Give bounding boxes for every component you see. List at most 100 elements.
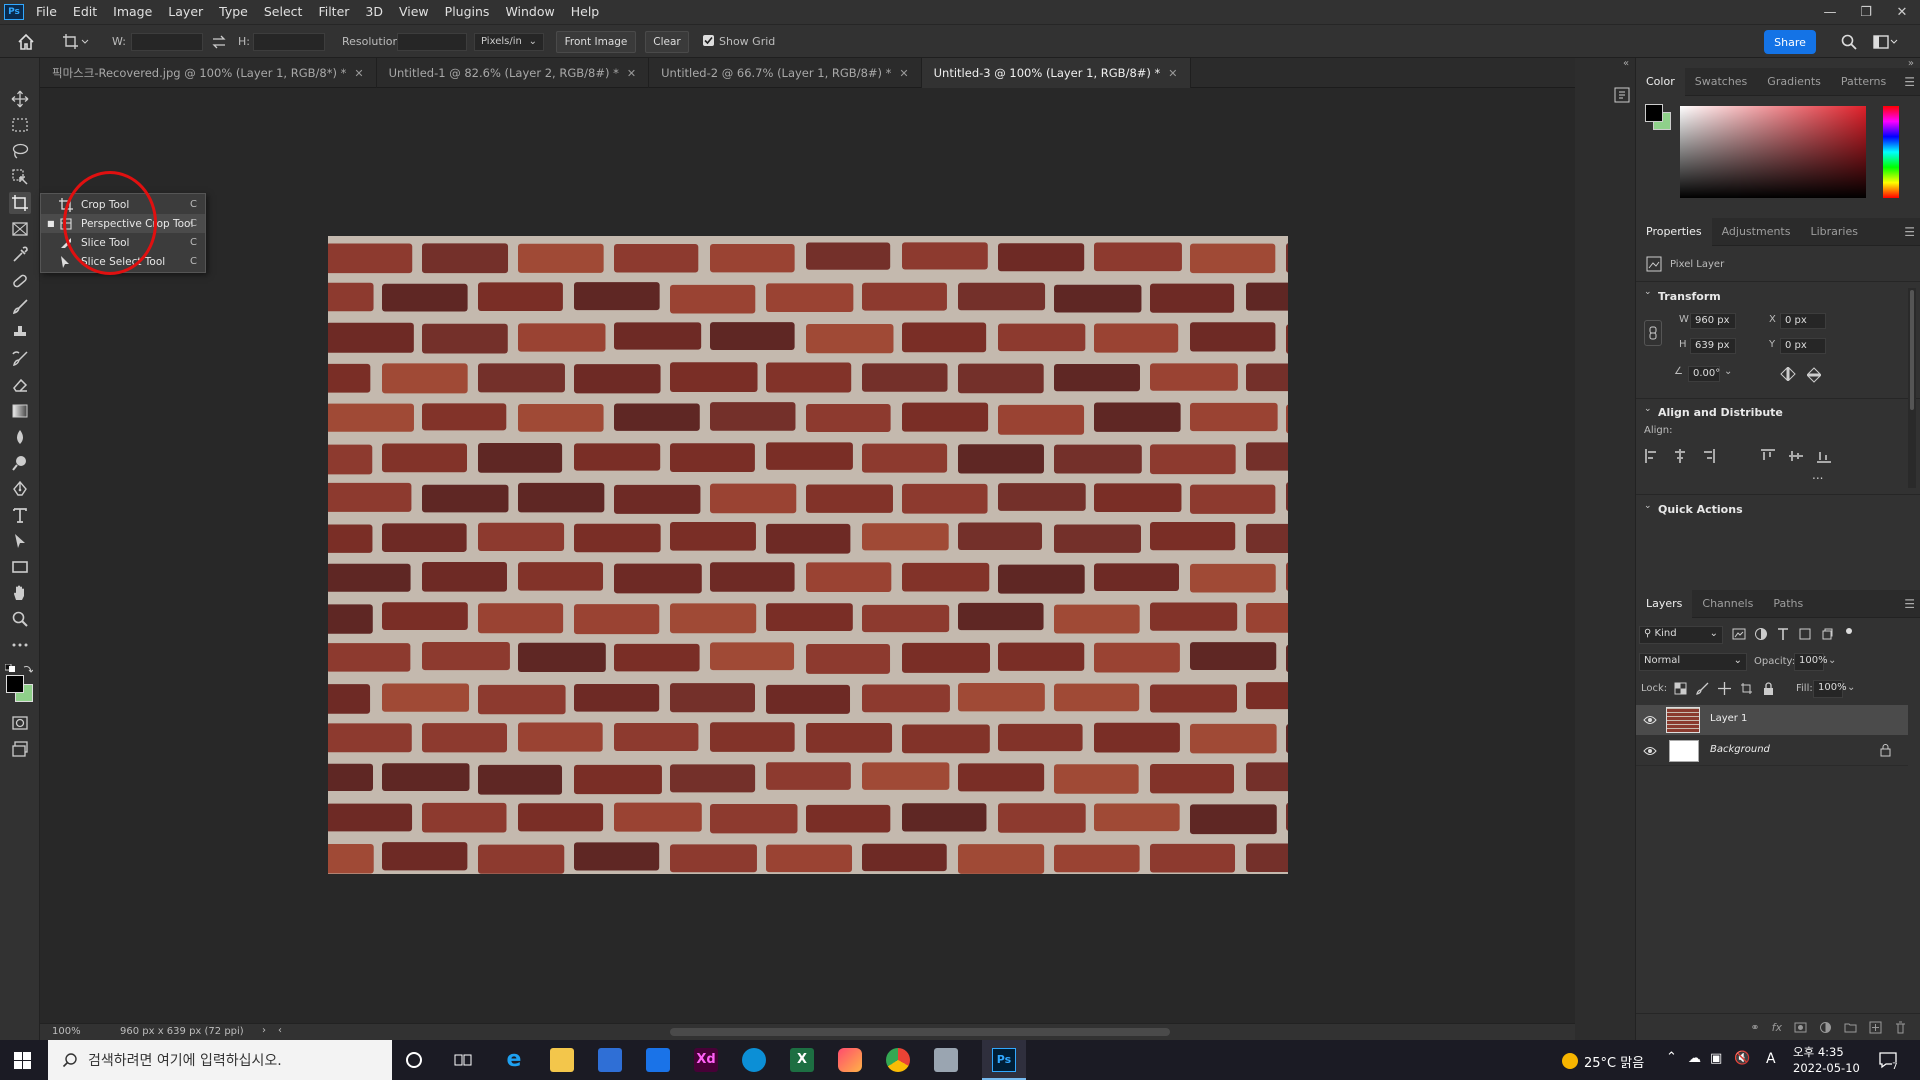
chevron-down-icon[interactable]: ⌄ bbox=[1847, 682, 1855, 693]
angle-field[interactable]: 0.00° bbox=[1688, 366, 1720, 382]
rectangle-tool-icon[interactable] bbox=[9, 556, 31, 578]
more-tools-icon[interactable] bbox=[9, 634, 31, 656]
menu-help[interactable]: Help bbox=[563, 0, 608, 24]
link-layers-icon[interactable]: ⚭ bbox=[1750, 1021, 1759, 1034]
eye-icon[interactable] bbox=[1643, 745, 1657, 757]
height-input[interactable] bbox=[253, 33, 325, 51]
document-info[interactable]: 960 px x 639 px (72 ppi) bbox=[120, 1026, 244, 1037]
menu-file[interactable]: File bbox=[28, 0, 65, 24]
units-select[interactable]: Pixels/in ⌄ bbox=[474, 33, 544, 51]
layer-filter-select[interactable]: ⚲ Kind ⌄ bbox=[1639, 626, 1723, 644]
x-field[interactable]: 0 px bbox=[1780, 313, 1826, 329]
move-tool-icon[interactable] bbox=[9, 88, 31, 110]
internet-explorer-icon[interactable]: e bbox=[502, 1048, 526, 1072]
workspace-icon[interactable] bbox=[1872, 33, 1898, 51]
tab-patterns[interactable]: Patterns bbox=[1831, 68, 1896, 96]
tab-properties[interactable]: Properties bbox=[1636, 217, 1712, 246]
eyedropper-tool-icon[interactable] bbox=[9, 244, 31, 266]
shape-filter-icon[interactable] bbox=[1798, 627, 1812, 641]
pen-tool-icon[interactable] bbox=[9, 478, 31, 500]
history-panel-icon[interactable] bbox=[1611, 84, 1633, 106]
front-image-button[interactable]: Front Image bbox=[556, 31, 636, 53]
layer-name[interactable]: Background bbox=[1710, 744, 1770, 755]
properties-scrollbar[interactable] bbox=[1908, 288, 1916, 488]
onedrive-icon[interactable]: ☁ bbox=[1688, 1051, 1701, 1066]
network-icon[interactable]: ▣ bbox=[1710, 1051, 1722, 1066]
file-explorer-icon[interactable] bbox=[550, 1048, 574, 1072]
share-button[interactable]: Share bbox=[1764, 30, 1816, 54]
minimize-icon[interactable]: — bbox=[1812, 0, 1848, 24]
weather-text[interactable]: 25°C 맑음 bbox=[1584, 1052, 1644, 1071]
tab-libraries[interactable]: Libraries bbox=[1800, 218, 1868, 246]
quick-mask-icon[interactable] bbox=[9, 712, 31, 734]
gradient-tool-icon[interactable] bbox=[9, 400, 31, 422]
link-dimensions-icon[interactable] bbox=[1644, 320, 1662, 346]
tab-paths[interactable]: Paths bbox=[1763, 590, 1813, 618]
color-fg-swatch[interactable] bbox=[1645, 104, 1663, 122]
close-tab-icon[interactable]: ✕ bbox=[354, 67, 363, 80]
add-mask-icon[interactable] bbox=[1794, 1021, 1807, 1034]
lasso-tool-icon[interactable] bbox=[9, 140, 31, 162]
tab-adjustments[interactable]: Adjustments bbox=[1712, 218, 1801, 246]
ime-indicator[interactable]: A bbox=[1766, 1051, 1776, 1067]
close-icon[interactable]: ✕ bbox=[1884, 0, 1920, 24]
delete-layer-icon[interactable] bbox=[1894, 1021, 1907, 1034]
default-colors-icon[interactable] bbox=[5, 664, 15, 672]
healing-brush-icon[interactable] bbox=[9, 270, 31, 292]
eye-icon[interactable] bbox=[1643, 714, 1657, 726]
screen-mode-icon[interactable] bbox=[9, 738, 31, 760]
tab-document-4[interactable]: Untitled-3 @ 100% (Layer 1, RGB/8#) * ✕ bbox=[921, 58, 1191, 88]
more-options[interactable]: ... bbox=[1812, 468, 1823, 482]
menu-plugins[interactable]: Plugins bbox=[437, 0, 498, 24]
adjustment-layer-icon[interactable] bbox=[1819, 1021, 1832, 1034]
menu-edit[interactable]: Edit bbox=[65, 0, 105, 24]
creative-cloud-icon[interactable] bbox=[838, 1048, 862, 1072]
swap-dimensions-icon[interactable] bbox=[211, 34, 227, 50]
hue-slider[interactable] bbox=[1883, 106, 1899, 198]
task-view-icon[interactable] bbox=[454, 1052, 472, 1068]
blur-tool-icon[interactable] bbox=[9, 426, 31, 448]
fx-icon[interactable]: fx bbox=[1772, 1021, 1782, 1034]
clear-button[interactable]: Clear bbox=[645, 31, 689, 53]
type-filter-icon[interactable] bbox=[1776, 627, 1790, 641]
menu-layer[interactable]: Layer bbox=[160, 0, 211, 24]
photoshop-taskbar-button[interactable]: Ps bbox=[982, 1040, 1026, 1080]
clock-time[interactable]: 오후 4:35 bbox=[1793, 1044, 1844, 1060]
smart-object-filter-icon[interactable] bbox=[1820, 627, 1834, 641]
close-tab-icon[interactable]: ✕ bbox=[899, 67, 908, 80]
new-layer-icon[interactable] bbox=[1869, 1021, 1882, 1034]
mail-icon[interactable] bbox=[646, 1048, 670, 1072]
chevron-down-icon[interactable]: ⌄ bbox=[1644, 404, 1652, 414]
flip-vertical-icon[interactable] bbox=[1807, 367, 1821, 383]
align-left-icon[interactable] bbox=[1644, 448, 1660, 464]
edge-icon[interactable] bbox=[742, 1048, 766, 1072]
y-field[interactable]: 0 px bbox=[1780, 338, 1826, 354]
horizontal-scroll-thumb[interactable] bbox=[670, 1028, 1170, 1036]
app-icon[interactable] bbox=[934, 1048, 958, 1072]
tab-document-1[interactable]: 픽마스크-Recovered.jpg @ 100% (Layer 1, RGB/… bbox=[40, 58, 377, 88]
home-icon[interactable] bbox=[16, 32, 36, 52]
restore-icon[interactable]: ❐ bbox=[1848, 0, 1884, 24]
crop-tool-icon[interactable] bbox=[9, 192, 31, 214]
tab-swatches[interactable]: Swatches bbox=[1685, 68, 1758, 96]
swap-colors-icon[interactable] bbox=[23, 664, 33, 674]
clone-stamp-icon[interactable] bbox=[9, 322, 31, 344]
brush-tool-icon[interactable] bbox=[9, 296, 31, 318]
flip-horizontal-icon[interactable] bbox=[1780, 367, 1796, 381]
new-group-icon[interactable] bbox=[1844, 1021, 1857, 1034]
layer-name[interactable]: Layer 1 bbox=[1710, 713, 1747, 724]
weather-sun-icon[interactable] bbox=[1562, 1053, 1578, 1069]
cortana-icon[interactable] bbox=[406, 1052, 422, 1068]
show-hidden-icons[interactable]: ⌃ bbox=[1666, 1050, 1677, 1065]
search-icon[interactable] bbox=[1840, 33, 1858, 51]
menu-3d[interactable]: 3D bbox=[357, 0, 391, 24]
eraser-tool-icon[interactable] bbox=[9, 374, 31, 396]
photoshop-logo[interactable]: Ps bbox=[4, 4, 24, 20]
align-middle-icon[interactable] bbox=[1788, 448, 1804, 464]
height-field[interactable]: 639 px bbox=[1690, 338, 1736, 354]
collapse-icon[interactable]: « bbox=[1623, 58, 1629, 69]
close-tab-icon[interactable]: ✕ bbox=[1168, 67, 1177, 80]
show-grid-checkbox[interactable] bbox=[703, 35, 714, 46]
tab-gradients[interactable]: Gradients bbox=[1757, 68, 1831, 96]
close-tab-icon[interactable]: ✕ bbox=[627, 67, 636, 80]
